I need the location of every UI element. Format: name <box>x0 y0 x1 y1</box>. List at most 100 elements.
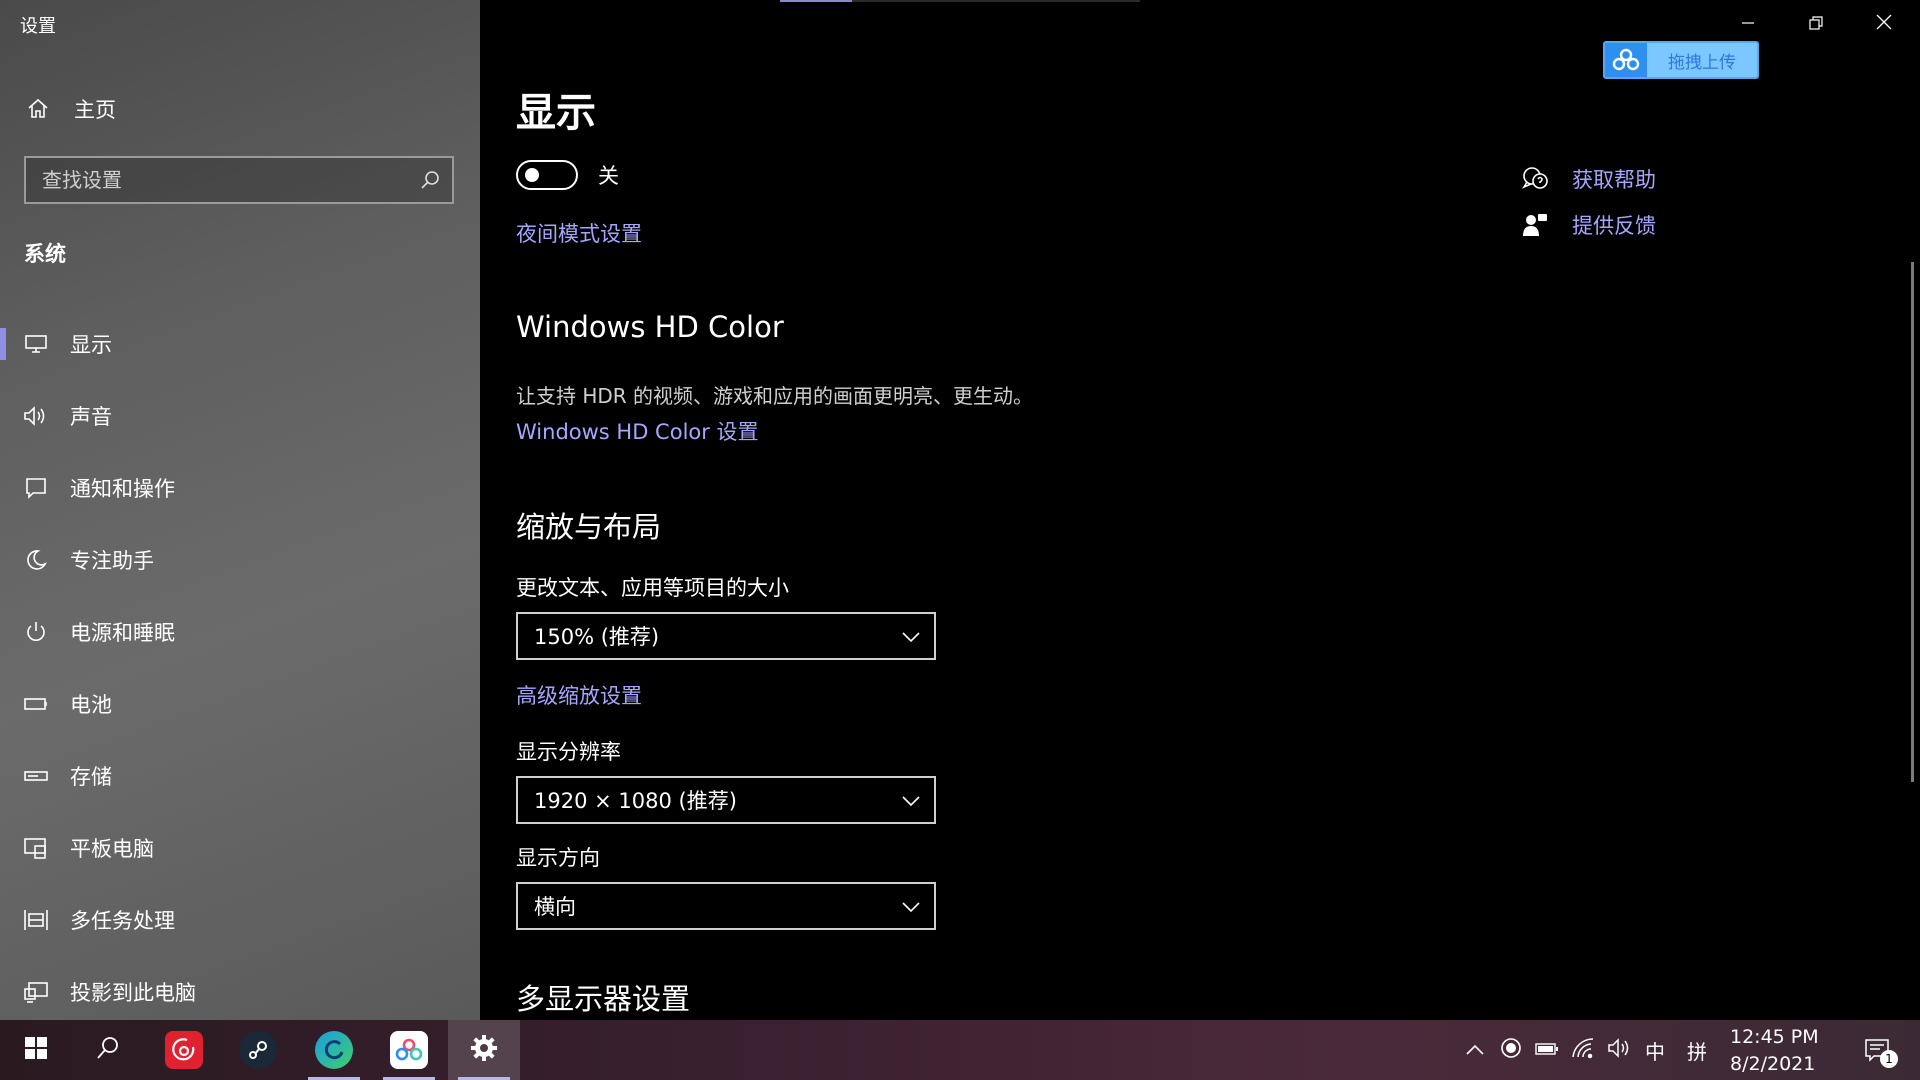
tray-ime-mode[interactable]: 拼 <box>1680 1020 1714 1080</box>
multi-display-heading: 多显示器设置 <box>516 982 691 1016</box>
sidebar-item-label: 多任务处理 <box>70 909 175 933</box>
scale-value: 150% (推荐) <box>534 625 660 649</box>
sidebar-item-sound[interactable]: 声音 <box>0 380 480 452</box>
sidebar-item-label: 投影到此电脑 <box>70 981 196 1005</box>
sidebar-item-label: 电池 <box>70 693 112 717</box>
sidebar-item-label: 声音 <box>70 405 112 429</box>
sidebar-item-display[interactable]: 显示 <box>0 308 480 380</box>
sidebar-nav: 显示 声音 通知和操作 专注助手 电源和睡眠 电池 存储 平板电脑 多任务处理 … <box>0 308 480 1028</box>
sidebar-item-storage[interactable]: 存储 <box>0 740 480 812</box>
tray-overflow-button[interactable] <box>1458 1020 1492 1080</box>
taskbar-app-baidu-netdisk[interactable] <box>373 1020 445 1080</box>
project-icon <box>22 978 50 1006</box>
resolution-value: 1920 × 1080 (推荐) <box>534 789 737 813</box>
resolution-dropdown[interactable]: 1920 × 1080 (推荐) <box>516 776 936 824</box>
window-title: 设置 <box>20 16 56 37</box>
taskbar-search-button[interactable] <box>72 1020 144 1080</box>
hd-color-settings-link[interactable]: Windows HD Color 设置 <box>516 416 759 446</box>
tray-network-button[interactable] <box>1566 1020 1600 1080</box>
sidebar-item-label: 电源和睡眠 <box>70 621 175 645</box>
sidebar-item-focus-assist[interactable]: 专注助手 <box>0 524 480 596</box>
search-input[interactable] <box>26 167 408 193</box>
section-title-system: 系统 <box>24 242 66 266</box>
sidebar-item-label: 存储 <box>70 765 112 789</box>
feedback-icon <box>1520 210 1550 240</box>
chevron-down-icon <box>902 788 920 812</box>
tray-record-button[interactable] <box>1494 1020 1528 1080</box>
orientation-label: 显示方向 <box>516 846 600 870</box>
sidebar-item-tablet[interactable]: 平板电脑 <box>0 812 480 884</box>
wifi-icon <box>1571 1037 1595 1063</box>
restore-icon <box>1809 15 1823 34</box>
cloud-upload-icon <box>1605 43 1647 77</box>
sidebar-item-label: 专注助手 <box>70 549 154 573</box>
hd-color-description: 让支持 HDR 的视频、游戏和应用的画面更明亮、更生动。 <box>516 384 1034 408</box>
taskbar-app-netease-music[interactable] <box>148 1020 220 1080</box>
sidebar-item-multitasking[interactable]: 多任务处理 <box>0 884 480 956</box>
orientation-dropdown[interactable]: 横向 <box>516 882 936 930</box>
upload-widget[interactable]: 拖拽上传 <box>1603 41 1759 79</box>
orientation-value: 横向 <box>534 895 576 919</box>
restore-button[interactable] <box>1782 0 1850 48</box>
advanced-scaling-link[interactable]: 高级缩放设置 <box>516 680 642 710</box>
sidebar-home[interactable]: 主页 <box>24 92 116 126</box>
sidebar-item-battery[interactable]: 电池 <box>0 668 480 740</box>
tablet-icon <box>22 834 50 862</box>
chevron-up-icon <box>1466 1041 1484 1060</box>
search-icon[interactable] <box>408 170 452 190</box>
record-icon <box>1500 1037 1522 1063</box>
minimize-icon <box>1741 15 1755 34</box>
notification-icon: 1 <box>1864 1038 1898 1068</box>
get-help-link[interactable]: 获取帮助 <box>1520 164 1656 194</box>
sidebar-item-label: 通知和操作 <box>70 477 175 501</box>
night-light-toggle[interactable] <box>516 160 578 190</box>
taskbar-app-settings[interactable] <box>448 1020 520 1080</box>
page-title: 显示 <box>516 90 596 136</box>
notification-count-badge: 1 <box>1880 1050 1898 1068</box>
scale-label: 更改文本、应用等项目的大小 <box>516 576 789 600</box>
notification-icon <box>22 474 50 502</box>
action-center-button[interactable]: 1 <box>1854 1020 1900 1080</box>
sidebar-item-notifications[interactable]: 通知和操作 <box>0 452 480 524</box>
home-label: 主页 <box>74 98 116 122</box>
monitor-icon <box>22 330 50 358</box>
close-icon <box>1876 14 1892 34</box>
steam-icon <box>239 1031 277 1069</box>
sidebar: 设置 主页 系统 显示 声音 通知和操作 <box>0 0 480 1020</box>
netease-music-icon <box>165 1031 203 1069</box>
baidu-netdisk-icon <box>390 1031 428 1069</box>
home-icon <box>24 95 52 123</box>
sidebar-item-project[interactable]: 投影到此电脑 <box>0 956 480 1028</box>
top-progress-segment <box>780 0 852 2</box>
tray-clock[interactable]: 12:45 PM 8/2/2021 <box>1730 1024 1850 1078</box>
sidebar-item-power-sleep[interactable]: 电源和睡眠 <box>0 596 480 668</box>
help-chat-icon <box>1520 164 1550 194</box>
battery-icon <box>22 690 50 718</box>
chevron-down-icon <box>902 894 920 918</box>
edge-icon <box>315 1031 353 1069</box>
start-button[interactable] <box>0 1020 72 1080</box>
night-light-settings-link[interactable]: 夜间模式设置 <box>516 218 642 248</box>
give-feedback-link[interactable]: 提供反馈 <box>1520 210 1656 240</box>
multitask-icon <box>22 906 50 934</box>
main-scrollbar[interactable] <box>1911 262 1914 782</box>
scale-dropdown[interactable]: 150% (推荐) <box>516 612 936 660</box>
main-content <box>480 0 1920 1020</box>
tray-battery-button[interactable] <box>1530 1020 1564 1080</box>
tray-volume-button[interactable] <box>1602 1020 1636 1080</box>
clock-time: 12:45 PM <box>1730 1026 1819 1048</box>
night-light-row: 关 <box>516 160 619 190</box>
storage-icon <box>22 762 50 790</box>
taskbar-app-steam[interactable] <box>222 1020 294 1080</box>
sidebar-item-label: 平板电脑 <box>70 837 154 861</box>
taskbar-app-edge[interactable] <box>298 1020 370 1080</box>
search-box[interactable] <box>24 156 454 204</box>
night-light-state: 关 <box>598 164 619 188</box>
search-icon <box>95 1035 121 1065</box>
close-button[interactable] <box>1850 0 1918 48</box>
tray-ime-language[interactable]: 中 <box>1638 1020 1672 1080</box>
speaker-icon <box>22 402 50 430</box>
moon-icon <box>22 546 50 574</box>
settings-gear-icon <box>470 1034 498 1066</box>
windows-start-icon <box>24 1036 48 1064</box>
